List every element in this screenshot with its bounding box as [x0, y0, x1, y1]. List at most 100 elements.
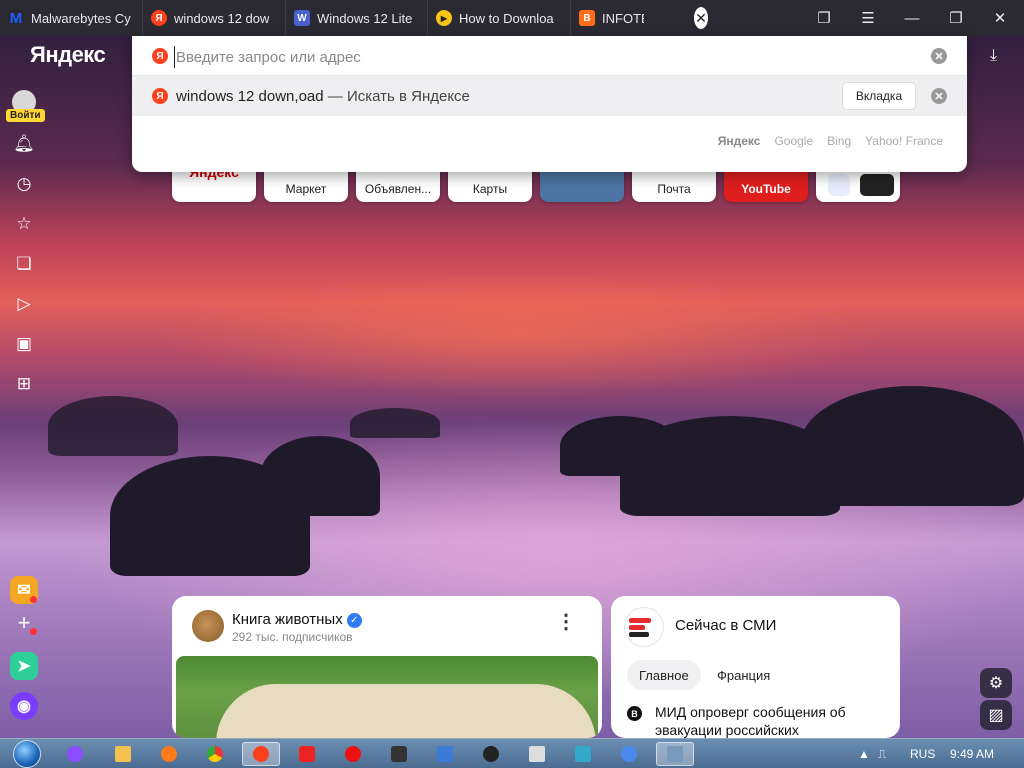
omnibox-dropdown: Я ✕ Я windows 12 down,oad — Искать в Янд… — [132, 36, 967, 172]
tab-main[interactable]: Главное — [627, 660, 701, 690]
taskbar-yandex-icon[interactable] — [288, 742, 326, 766]
history-icon[interactable]: ◷ — [12, 172, 36, 196]
game-icon — [860, 174, 894, 196]
minimize-icon[interactable]: — — [890, 0, 934, 36]
taskbar-app-icon[interactable] — [472, 742, 510, 766]
tile-label: YouTube — [741, 182, 791, 196]
maximize-icon[interactable]: ❐ — [934, 0, 978, 36]
tab-4[interactable]: ▶ How to Downloa — [428, 0, 571, 36]
omnibox-row: Я ✕ — [132, 36, 967, 76]
app-icon — [828, 174, 850, 196]
close-window-icon[interactable]: ✕ — [978, 0, 1022, 36]
apps-grid-icon[interactable]: ⊞ — [12, 372, 36, 396]
news-logo-bar — [629, 632, 649, 637]
tab-title: How to Downloa — [459, 10, 554, 26]
tab-3[interactable]: W Windows 12 Lite — [286, 0, 428, 36]
headline-line: эвакуации российских — [655, 722, 799, 738]
tab-title: windows 12 dow — [174, 10, 270, 26]
engine-bing[interactable]: Bing — [827, 134, 851, 148]
news-logo — [625, 608, 663, 646]
taskbar: ▲ ⎍ RUS 9:49 AM — [0, 738, 1024, 768]
tile-label: Почта — [657, 182, 691, 196]
download-icon[interactable]: ⤓ — [990, 47, 997, 65]
more-options-icon[interactable]: ⋮ — [556, 612, 576, 632]
tab-title: Malwarebytes Cy — [31, 10, 131, 26]
network-icon[interactable]: ⎍ — [878, 739, 886, 768]
open-tab-button[interactable]: Вкладка — [842, 82, 916, 110]
engine-yandex[interactable]: Яндекс — [718, 134, 761, 148]
start-button[interactable] — [8, 739, 46, 768]
channel-avatar — [192, 610, 224, 642]
tab-france[interactable]: Франция — [705, 660, 782, 690]
messenger-icon[interactable]: ➤ — [10, 652, 38, 680]
taskbar-firefox-icon[interactable] — [150, 742, 188, 766]
engine-google[interactable]: Google — [774, 134, 813, 148]
blogger-icon: B — [579, 10, 595, 26]
site-icon: W — [294, 10, 310, 26]
post-image[interactable] — [176, 656, 598, 738]
tile-label: Объявлен... — [364, 182, 432, 196]
bell-icon[interactable]: 🔔︎ — [12, 132, 36, 156]
yandex-icon: Я — [152, 48, 168, 64]
news-logo-bar — [629, 625, 645, 630]
search-engines: Яндекс Google Bing Yahoo! France — [718, 134, 943, 148]
taskbar-app-icon[interactable] — [380, 742, 418, 766]
clear-input-icon[interactable]: ✕ — [931, 48, 947, 64]
video-icon[interactable]: ▷ — [12, 292, 36, 316]
subscriber-count: 292 тыс. подписчиков — [232, 630, 353, 644]
wallpaper-icon[interactable]: ▨ — [980, 700, 1012, 730]
taskbar-alice-icon[interactable] — [56, 742, 94, 766]
menu-icon[interactable]: ☰ — [846, 0, 890, 36]
tabs-menu-icon[interactable]: ❐ — [802, 0, 846, 36]
suggestion-text: windows 12 down,oad — Искать в Яндексе — [176, 88, 470, 105]
star-icon[interactable]: ☆ — [12, 212, 36, 236]
close-tab-icon[interactable]: ✕ — [694, 7, 708, 29]
malwarebytes-icon: M — [9, 9, 23, 27]
taskbar-app-icon[interactable] — [426, 742, 464, 766]
yandex-logo[interactable]: Яндекс — [30, 42, 106, 68]
sheep-shape — [216, 684, 596, 738]
show-hidden-icons[interactable]: ▲ — [858, 739, 870, 768]
suggestion-row[interactable]: Я windows 12 down,oad — Искать в Яндексе… — [132, 76, 967, 116]
taskbar-app-icon[interactable] — [610, 742, 648, 766]
address-input[interactable] — [174, 46, 914, 68]
feed-card-news: Сейчас в СМИ Главное Франция B МИД опров… — [611, 596, 900, 738]
login-button[interactable]: Войти — [6, 109, 45, 122]
taskbar-explorer-icon[interactable] — [104, 742, 142, 766]
engine-yahoo[interactable]: Yahoo! France — [865, 134, 943, 148]
taskbar-app-icon[interactable] — [518, 742, 556, 766]
channel-name: Книга животных — [232, 611, 343, 628]
language-indicator[interactable]: RUS — [910, 739, 935, 768]
channel-title: Книга животных ✓ — [232, 611, 362, 628]
taskbar-yandex-browser-icon[interactable] — [242, 742, 280, 766]
taskbar-opera-icon[interactable] — [334, 742, 372, 766]
notification-dot — [30, 628, 37, 635]
windows-orb-icon — [13, 740, 41, 768]
remove-suggestion-icon[interactable]: ✕ — [931, 88, 947, 104]
news-title: Сейчас в СМИ — [675, 617, 777, 634]
tab-2[interactable]: Я windows 12 dow — [143, 0, 286, 36]
suggestion-query: windows 12 down,oad — [176, 88, 324, 105]
notification-dot — [30, 596, 37, 603]
settings-gear-icon[interactable]: ⚙ — [980, 668, 1012, 698]
tab-title: Windows 12 Lite — [317, 10, 413, 26]
source-icon: B — [627, 706, 642, 721]
tab-1[interactable]: M Malwarebytes Cy — [0, 0, 143, 36]
tab-title: INFOTECH — [602, 10, 644, 26]
collections-icon[interactable]: ❏ — [12, 252, 36, 276]
tile-label: Карты — [472, 182, 508, 196]
tab-5[interactable]: B INFOTECH ✕ — [571, 0, 716, 36]
sidebar: Войти 🔔︎ ◷ ☆ ❏ ▷ ▣ ⊞ ✉ + ➤ ◉ — [0, 80, 48, 738]
taskbar-app-icon[interactable] — [656, 742, 694, 766]
verified-icon: ✓ — [346, 612, 362, 628]
news-logo-bar — [629, 618, 651, 623]
alice-icon[interactable]: ◉ — [10, 692, 38, 720]
screenshot-icon[interactable]: ▣ — [12, 332, 36, 356]
taskbar-chrome-icon[interactable] — [196, 742, 234, 766]
taskbar-app-icon[interactable] — [564, 742, 602, 766]
feed-card-animals[interactable]: Книга животных ✓ 292 тыс. подписчиков ⋮ — [172, 596, 602, 738]
news-headline[interactable]: МИД опроверг сообщения об эвакуации росс… — [655, 703, 846, 738]
clock[interactable]: 9:49 AM — [950, 739, 994, 768]
play-icon: ▶ — [436, 10, 452, 26]
tile-label: Маркет — [285, 182, 327, 196]
